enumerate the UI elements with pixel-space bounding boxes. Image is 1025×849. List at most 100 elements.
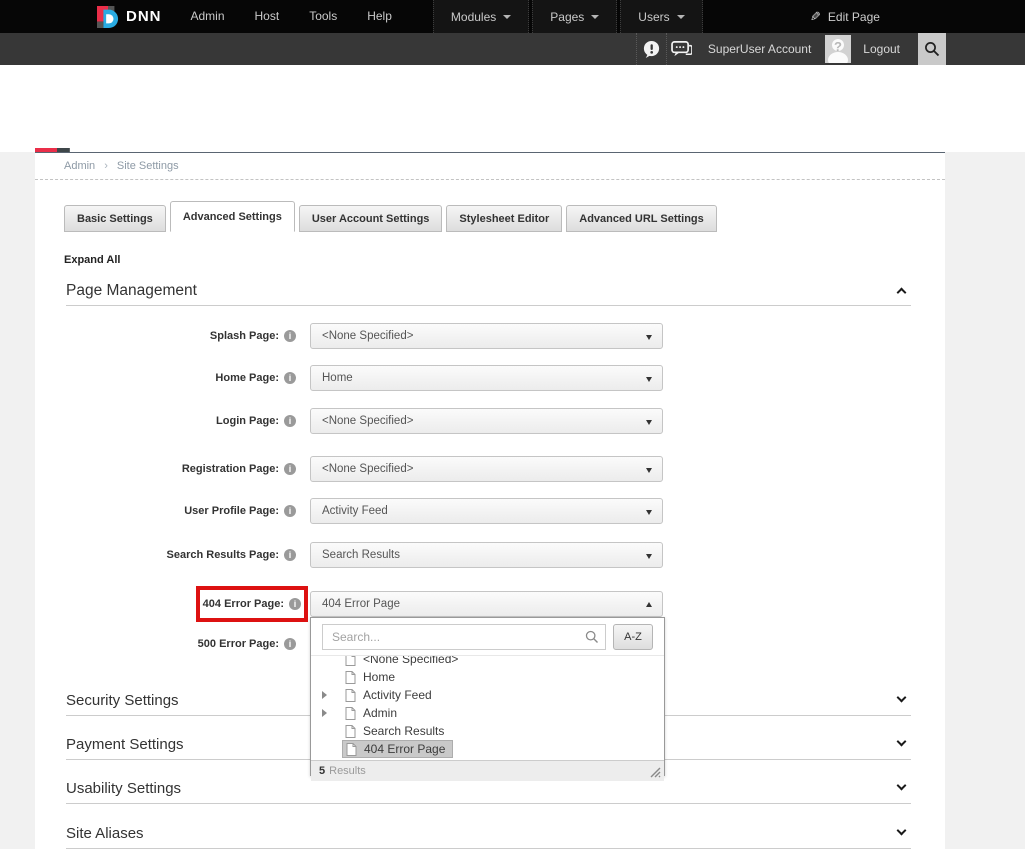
page-icon xyxy=(346,743,357,756)
search-icon xyxy=(924,41,940,57)
field-label: Search Results Page: xyxy=(167,549,280,561)
account-name-link[interactable]: SuperUser Account xyxy=(696,42,825,56)
splash-page-select[interactable]: <None Specified> xyxy=(310,323,663,349)
chevron-down-icon xyxy=(503,15,511,19)
section-page-management[interactable]: Page Management xyxy=(66,280,911,306)
menu-item-help[interactable]: Help xyxy=(352,0,407,33)
tab-user-account-settings[interactable]: User Account Settings xyxy=(299,205,443,232)
list-item-home[interactable]: Home xyxy=(320,668,664,686)
resize-grip-icon[interactable] xyxy=(648,765,661,778)
highlight-annotation-box: 404 Error Page: i xyxy=(196,586,308,622)
results-count: 5 xyxy=(319,765,325,777)
breadcrumb: Admin › Site Settings xyxy=(64,160,179,172)
user-bar: SuperUser Account ? Logout xyxy=(0,33,1025,65)
form-row-home-page: Home Page: i Home xyxy=(35,365,945,391)
menu-item-tools[interactable]: Tools xyxy=(294,0,352,33)
page-icon xyxy=(345,707,356,720)
logout-link[interactable]: Logout xyxy=(861,42,918,56)
breadcrumb-separator: › xyxy=(104,160,108,172)
registration-page-select[interactable]: <None Specified> xyxy=(310,456,663,482)
menu-dropdown-modules[interactable]: Modules xyxy=(433,0,529,33)
chevron-down-icon xyxy=(897,781,907,791)
list-item-admin[interactable]: Admin xyxy=(320,704,664,722)
chevron-down-icon xyxy=(677,15,685,19)
list-item-activity-feed[interactable]: Activity Feed xyxy=(320,686,664,704)
site-header: DNN. Home xyxy=(0,65,1025,152)
section-site-aliases[interactable]: Site Aliases xyxy=(66,823,911,849)
avatar[interactable]: ? xyxy=(825,35,851,63)
info-icon[interactable]: i xyxy=(284,549,296,561)
form-row-404-error-page: 404 Error Page: i 404 Error Page xyxy=(35,591,945,617)
pencil-icon: ✎ xyxy=(810,9,821,25)
info-icon[interactable]: i xyxy=(284,372,296,384)
chat-bubbles-icon xyxy=(671,40,692,58)
field-label: Home Page: xyxy=(215,372,279,384)
page-tree-list: <None Specified> Home Activity Feed Admi… xyxy=(311,655,664,760)
sort-az-button[interactable]: A-Z xyxy=(613,624,653,650)
page-icon xyxy=(345,655,356,666)
form-row-login-page: Login Page: i <None Specified> xyxy=(35,408,945,434)
expand-arrow-icon[interactable] xyxy=(322,691,327,699)
form-row-registration-page: Registration Page: i <None Specified> xyxy=(35,456,945,482)
page-picker-search-input[interactable] xyxy=(322,624,606,650)
settings-tabs: Basic Settings Advanced Settings User Ac… xyxy=(64,201,721,232)
field-label: 500 Error Page: xyxy=(198,638,279,650)
dropdown-menu-group: Modules Pages Users xyxy=(433,0,706,33)
search-results-page-select[interactable]: Search Results xyxy=(310,542,663,568)
section-usability-settings[interactable]: Usability Settings xyxy=(66,778,911,804)
breadcrumb-admin[interactable]: Admin xyxy=(64,160,95,172)
list-item-search-results[interactable]: Search Results xyxy=(320,722,664,740)
expand-all-link[interactable]: Expand All xyxy=(64,254,120,266)
messages-button[interactable] xyxy=(666,33,696,65)
user-profile-page-select[interactable]: Activity Feed xyxy=(310,498,663,524)
site-settings-module: Admin › Site Settings Basic Settings Adv… xyxy=(35,152,945,849)
page-picker-panel: A-Z <None Specified> Home Activity Feed … xyxy=(310,617,665,776)
chevron-down-icon xyxy=(897,693,907,703)
field-label: 404 Error Page: xyxy=(203,598,284,610)
tab-advanced-settings[interactable]: Advanced Settings xyxy=(170,201,295,232)
page-icon xyxy=(345,725,356,738)
chevron-down-icon xyxy=(646,377,652,382)
chevron-down-icon xyxy=(897,826,907,836)
menu-dropdown-users[interactable]: Users xyxy=(620,0,702,33)
home-page-select[interactable]: Home xyxy=(310,365,663,391)
control-bar: DNN Admin Host Tools Help Modules Pages … xyxy=(0,0,1025,33)
error-404-page-select[interactable]: 404 Error Page xyxy=(310,591,663,617)
menu-item-admin[interactable]: Admin xyxy=(176,0,240,33)
chevron-down-icon xyxy=(646,510,652,515)
dnn-site-settings-page: DNN Admin Host Tools Help Modules Pages … xyxy=(0,0,1025,849)
info-icon[interactable]: i xyxy=(289,598,301,610)
login-page-select[interactable]: <None Specified> xyxy=(310,408,663,434)
info-icon[interactable]: i xyxy=(284,463,296,475)
page-icon xyxy=(345,671,356,684)
info-icon[interactable]: i xyxy=(284,330,296,342)
results-label: Results xyxy=(329,765,366,777)
chevron-up-icon xyxy=(646,602,652,607)
notifications-button[interactable] xyxy=(636,33,666,65)
dnn-logo-small[interactable]: DNN xyxy=(97,6,162,28)
chevron-down-icon xyxy=(646,420,652,425)
list-item-404-error-page-selected[interactable]: 404 Error Page xyxy=(320,740,664,758)
tab-stylesheet-editor[interactable]: Stylesheet Editor xyxy=(446,205,562,232)
menu-dropdown-pages[interactable]: Pages xyxy=(532,0,617,33)
admin-menu: Admin Host Tools Help xyxy=(176,0,407,33)
edit-page-button[interactable]: ✎ Edit Page xyxy=(810,0,880,33)
tab-basic-settings[interactable]: Basic Settings xyxy=(64,205,166,232)
field-label: Splash Page: xyxy=(210,330,279,342)
info-icon[interactable]: i xyxy=(284,505,296,517)
info-icon[interactable]: i xyxy=(284,638,296,650)
expand-arrow-icon[interactable] xyxy=(322,709,327,717)
chevron-down-icon xyxy=(646,335,652,340)
search-button[interactable] xyxy=(918,33,946,65)
info-icon[interactable]: i xyxy=(284,415,296,427)
menu-item-host[interactable]: Host xyxy=(240,0,295,33)
field-label: Registration Page: xyxy=(182,463,279,475)
list-item-none-specified[interactable]: <None Specified> xyxy=(320,655,664,668)
breadcrumb-divider xyxy=(35,179,945,180)
chevron-down-icon xyxy=(591,15,599,19)
dnn-logo-icon xyxy=(97,6,119,28)
field-label: User Profile Page: xyxy=(184,505,279,517)
form-row-splash-page: Splash Page: i <None Specified> xyxy=(35,323,945,349)
field-label: Login Page: xyxy=(216,415,279,427)
tab-advanced-url-settings[interactable]: Advanced URL Settings xyxy=(566,205,717,232)
